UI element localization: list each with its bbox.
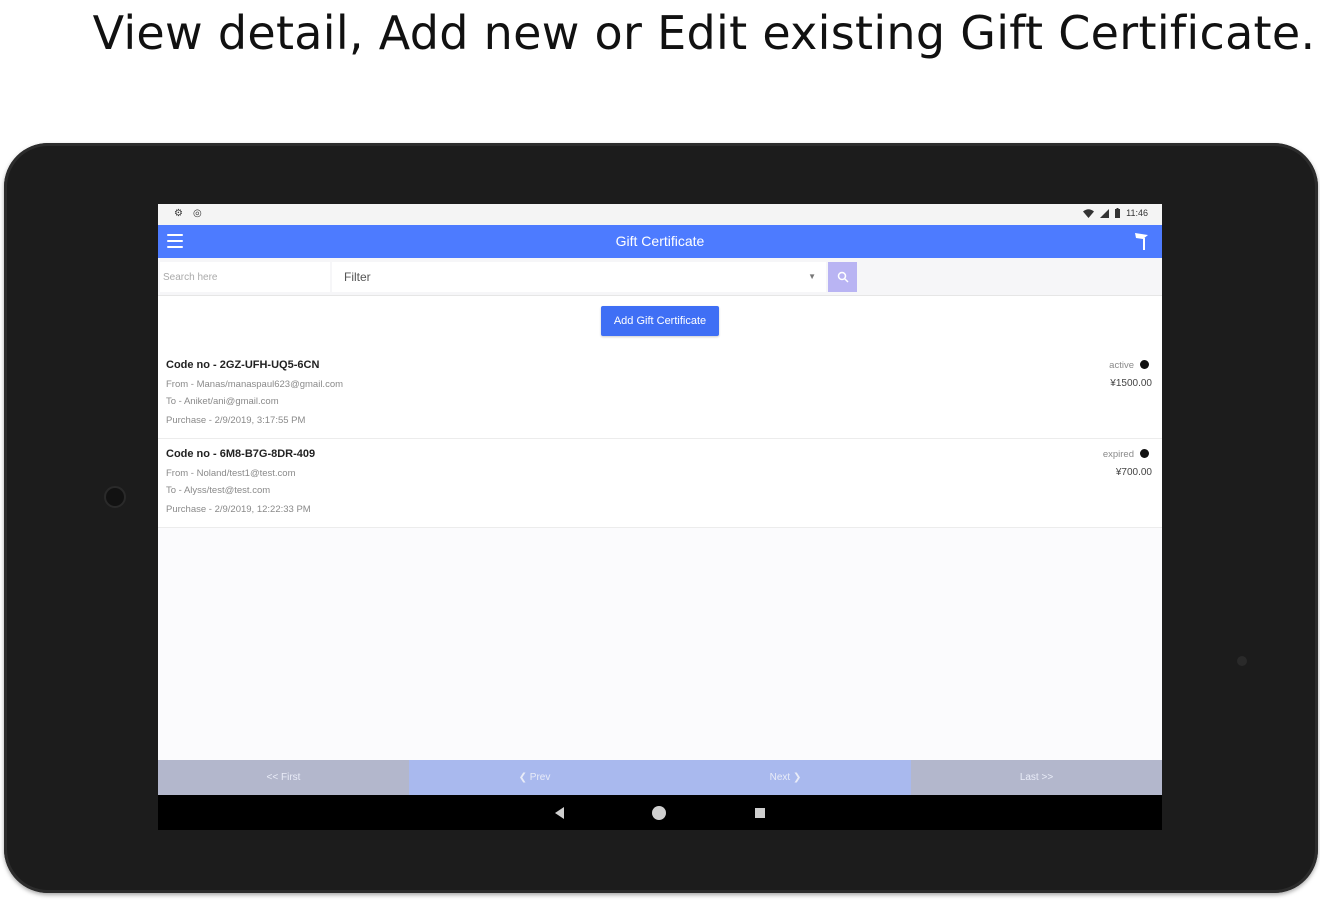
item-from: From - Manas/manaspaul623@gmail.com [166,379,344,390]
device-screen: ⚙ ◎ 11:46 Gift Certificate Filter ▼ [158,204,1162,830]
signal-icon [1100,208,1110,218]
item-purchase: Purchase - 2/9/2019, 12:22:33 PM [166,504,311,515]
gift-certificate-list: Code no - 2GZ-UFH-UQ5-6CN From - Manas/m… [158,350,1162,760]
status-bar: ⚙ ◎ 11:46 [158,204,1162,225]
status-badge: expired [1102,449,1134,460]
sensor-icon [1237,656,1247,666]
recent-apps-icon[interactable] [755,808,765,818]
wifi-icon [1083,208,1095,218]
status-badge: active [1109,360,1134,371]
list-item[interactable]: Code no - 2GZ-UFH-UQ5-6CN From - Manas/m… [158,350,1162,439]
item-code: Code no - 2GZ-UFH-UQ5-6CN [166,359,320,371]
search-icon [837,271,849,283]
search-button[interactable] [828,262,857,292]
item-to: To - Aniket/ani@gmail.com [166,396,279,407]
camera-icon [104,486,126,508]
settings-icon: ⚙ [174,208,183,219]
chevron-down-icon: ▼ [808,272,816,281]
item-purchase: Purchase - 2/9/2019, 3:17:55 PM [166,415,306,426]
app-bar: Gift Certificate [158,225,1162,258]
next-page-button[interactable]: Next ❯ [660,760,911,795]
first-page-button[interactable]: << First [158,760,409,795]
system-nav-bar [158,795,1162,830]
item-code: Code no - 6M8-B7G-8DR-409 [166,448,316,460]
item-amount: ¥1500.00 [1110,378,1152,389]
add-section: Add Gift Certificate [158,296,1162,350]
hamburger-icon[interactable] [167,234,183,248]
status-dot-icon [1140,360,1149,369]
search-row: Filter ▼ [158,258,1162,296]
status-dot-icon [1140,449,1149,458]
status-time: 11:46 [1126,208,1148,218]
back-icon[interactable] [555,807,564,819]
home-icon[interactable] [652,806,666,820]
pagination: << First ❮ Prev Next ❯ Last >> [158,760,1162,795]
item-to: To - Alyss/test@test.com [166,485,271,496]
last-page-button[interactable]: Last >> [911,760,1162,795]
list-item[interactable]: Code no - 6M8-B7G-8DR-409 From - Noland/… [158,439,1162,528]
search-input[interactable] [160,262,330,292]
battery-icon [1115,208,1121,218]
filter-select[interactable]: Filter ▼ [332,262,826,292]
item-amount: ¥700.00 [1115,467,1152,478]
page-caption: View detail, Add new or Edit existing Gi… [92,6,1316,60]
item-from: From - Noland/test1@test.com [166,468,296,479]
circle-icon: ◎ [192,208,202,219]
flag-icon[interactable] [1134,232,1150,250]
add-gift-certificate-button[interactable]: Add Gift Certificate [601,306,719,336]
filter-value: Filter [344,270,371,284]
prev-page-button[interactable]: ❮ Prev [409,760,660,795]
page-title: Gift Certificate [615,233,705,249]
